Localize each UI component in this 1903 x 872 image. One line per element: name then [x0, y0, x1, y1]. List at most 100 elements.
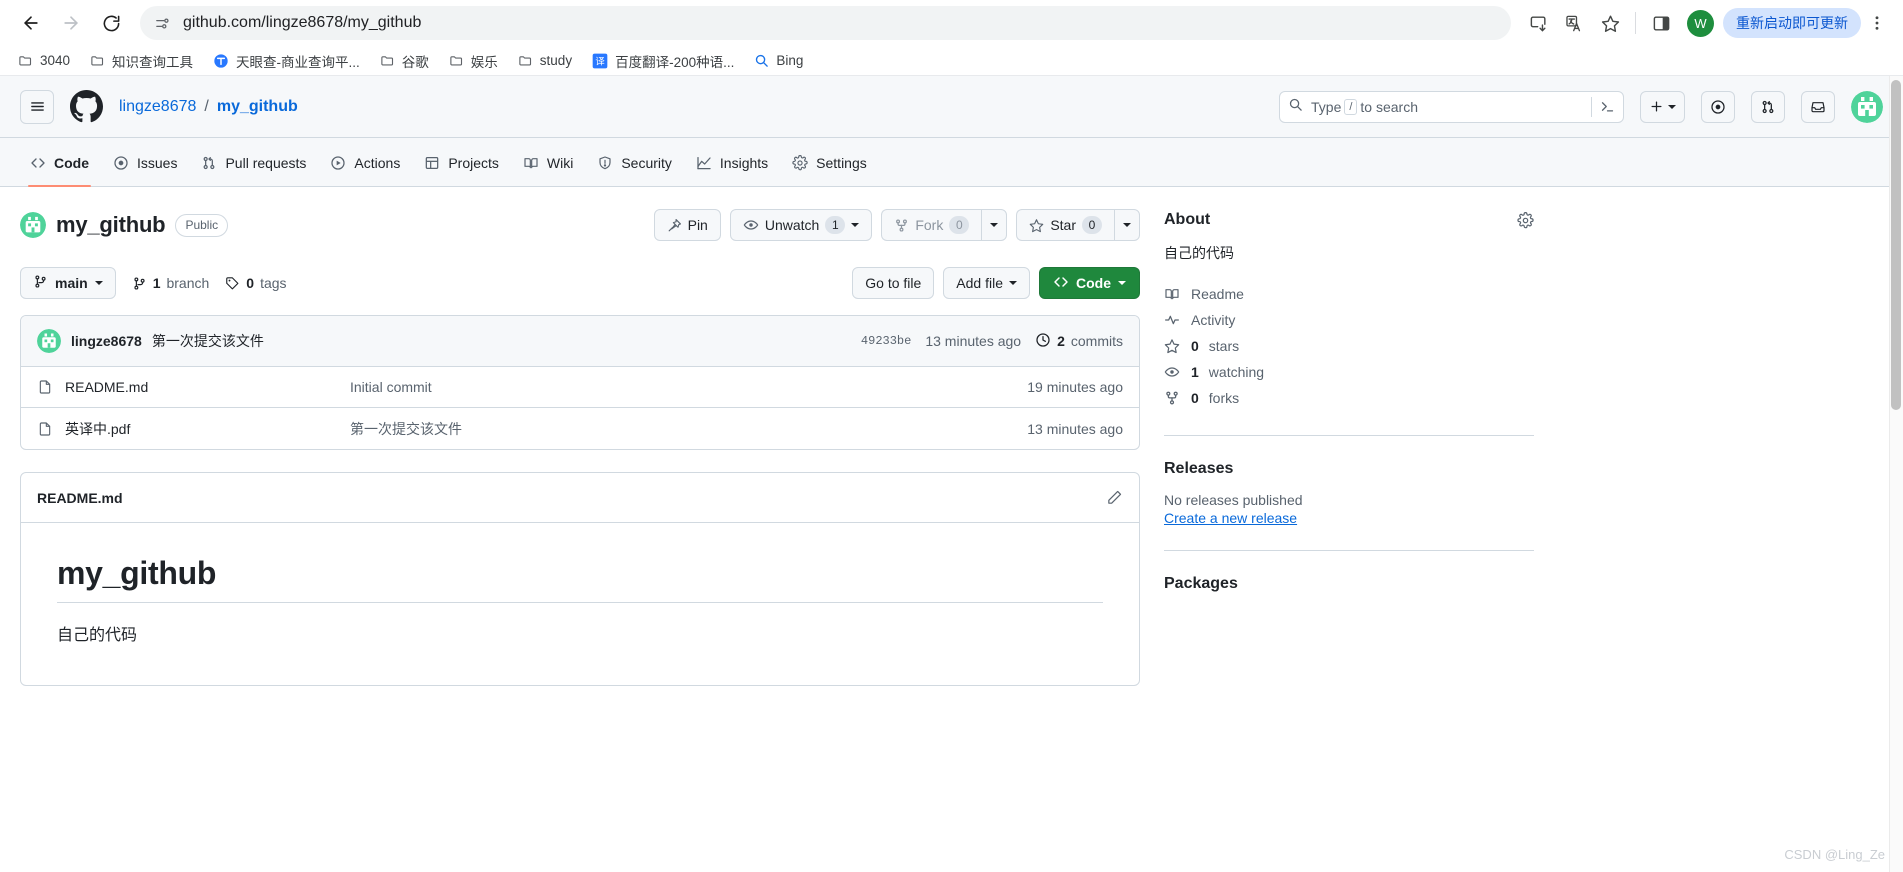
browser-toolbar-actions: W 重新启动即可更新	[1521, 6, 1891, 40]
back-button[interactable]	[12, 4, 50, 42]
breadcrumb-separator: /	[204, 97, 209, 115]
gear-icon[interactable]	[1517, 211, 1534, 229]
folder-icon	[518, 53, 533, 68]
star-icon	[1164, 338, 1181, 354]
bookmark-item[interactable]: 谷歌	[372, 47, 437, 75]
bookmark-item[interactable]: 娱乐	[441, 47, 506, 75]
repo-owner-avatar	[20, 212, 46, 238]
tab-wiki[interactable]: Wiki	[513, 148, 583, 178]
create-new-button[interactable]	[1640, 90, 1685, 123]
translate-icon[interactable]	[1557, 6, 1591, 40]
your-issues-button[interactable]	[1701, 90, 1735, 123]
kebab-menu-icon[interactable]	[1863, 6, 1891, 40]
commit-author[interactable]: lingze8678	[71, 333, 142, 349]
reload-button[interactable]	[92, 4, 130, 42]
tab-label: Insights	[719, 155, 769, 171]
branch-selector[interactable]: main	[20, 267, 116, 299]
repo-title-row: my_github Public Pin Unwatch 1 Fork 0 St…	[20, 209, 1140, 241]
sidebar-item-stars[interactable]: 0 stars	[1164, 333, 1534, 359]
breadcrumb-repo[interactable]: my_github	[217, 98, 298, 116]
branch-name: main	[55, 275, 88, 291]
fork-count: 0	[949, 216, 970, 234]
commit-message[interactable]: 第一次提交该文件	[152, 331, 264, 351]
bookmark-item[interactable]: 译 百度翻译-200种语...	[584, 47, 742, 75]
bookmark-label: study	[539, 53, 573, 68]
tab-label: Pull requests	[225, 155, 307, 171]
tab-code[interactable]: Code	[20, 148, 99, 187]
sidebar-item-forks[interactable]: 0 forks	[1164, 385, 1534, 411]
sidebar-item-activity[interactable]: Activity	[1164, 307, 1534, 333]
go-to-file-button[interactable]: Go to file	[852, 267, 935, 299]
code-button[interactable]: Code	[1039, 267, 1140, 299]
file-commit-message[interactable]: Initial commit	[350, 379, 1027, 395]
search-input[interactable]: Type / to search	[1279, 90, 1624, 123]
pin-button[interactable]: Pin	[653, 209, 721, 241]
inbox-icon	[1811, 101, 1825, 112]
branch-count-link[interactable]: 1 branch	[132, 275, 209, 291]
profile-avatar[interactable]: W	[1687, 9, 1714, 37]
bookmark-item[interactable]: study	[510, 49, 580, 72]
pencil-icon[interactable]	[1106, 489, 1123, 506]
side-panel-icon[interactable]	[1644, 6, 1678, 40]
fork-button-group: Fork 0	[881, 209, 1008, 241]
star-button[interactable]: Star 0	[1016, 209, 1114, 241]
commit-author-avatar[interactable]	[37, 329, 61, 353]
svg-text:译: 译	[595, 56, 605, 66]
arrow-right-icon	[64, 16, 78, 30]
bookmark-item[interactable]: 知识查询工具	[82, 47, 201, 75]
add-file-button[interactable]: Add file	[943, 267, 1030, 299]
sidebar-item-readme[interactable]: Readme	[1164, 281, 1534, 307]
baidu-translate-icon: 译	[592, 53, 608, 69]
avatar[interactable]	[1851, 90, 1883, 123]
table-row[interactable]: 英译中.pdf 第一次提交该文件 13 minutes ago	[21, 408, 1139, 449]
fork-button[interactable]: Fork 0	[881, 209, 982, 241]
commit-sha[interactable]: 49233be	[861, 334, 911, 348]
tab-label: Projects	[448, 155, 499, 171]
create-release-link[interactable]: Create a new release	[1164, 510, 1534, 526]
bookmark-item[interactable]: 天眼查-商业查询平...	[205, 47, 368, 75]
tab-actions[interactable]: Actions	[320, 148, 410, 178]
git-branch-icon	[33, 274, 48, 292]
tab-security[interactable]: Security	[587, 148, 682, 178]
table-row[interactable]: README.md Initial commit 19 minutes ago	[21, 367, 1139, 408]
tab-pull-requests[interactable]: Pull requests	[191, 148, 316, 178]
star-dropdown-button[interactable]	[1114, 209, 1140, 241]
file-name[interactable]: 英译中.pdf	[65, 419, 350, 439]
search-slash-key: /	[1344, 98, 1358, 115]
bookmark-star-icon[interactable]	[1593, 6, 1627, 40]
file-name[interactable]: README.md	[65, 379, 350, 395]
your-pull-requests-button[interactable]	[1751, 90, 1785, 123]
readme-filename[interactable]: README.md	[37, 490, 123, 506]
global-menu-button[interactable]	[20, 89, 54, 124]
commits-link[interactable]: 2 commits	[1035, 332, 1123, 351]
file-commit-message[interactable]: 第一次提交该文件	[350, 419, 1027, 439]
tab-settings[interactable]: Settings	[782, 148, 877, 178]
bookmark-label: 天眼查-商业查询平...	[236, 54, 360, 70]
fork-dropdown-button[interactable]	[981, 209, 1008, 241]
address-bar[interactable]: github.com/lingze8678/my_github	[140, 6, 1511, 40]
tab-issues[interactable]: Issues	[103, 148, 187, 178]
chevron-down-icon	[1668, 104, 1676, 109]
tab-insights[interactable]: Insights	[686, 148, 778, 178]
bookmark-label: 知识查询工具	[112, 54, 194, 70]
update-button[interactable]: 重新启动即可更新	[1723, 8, 1861, 38]
notifications-button[interactable]	[1801, 90, 1835, 123]
bookmark-item[interactable]: 3040	[10, 49, 78, 72]
tab-projects[interactable]: Projects	[414, 148, 509, 178]
scrollbar-thumb[interactable]	[1891, 80, 1901, 410]
gear-icon	[792, 155, 808, 171]
github-mark-icon[interactable]	[70, 90, 103, 123]
tag-count-link[interactable]: 0 tags	[225, 275, 287, 291]
tab-label: Settings	[816, 155, 867, 171]
sidebar-item-watching[interactable]: 1 watching	[1164, 359, 1534, 385]
forward-button[interactable]	[52, 4, 90, 42]
watch-button[interactable]: Unwatch 1	[729, 209, 873, 241]
install-app-icon[interactable]	[1521, 6, 1555, 40]
folder-icon	[18, 53, 33, 68]
bookmark-item[interactable]: Bing	[746, 49, 811, 72]
breadcrumb-owner[interactable]: lingze8678	[119, 98, 196, 116]
site-settings-icon[interactable]	[154, 15, 171, 32]
terminal-icon[interactable]	[1591, 96, 1615, 117]
star-count: 0	[1082, 216, 1102, 234]
branch-bar: main 1 branch 0 tags Go to file Add file	[20, 267, 1140, 299]
